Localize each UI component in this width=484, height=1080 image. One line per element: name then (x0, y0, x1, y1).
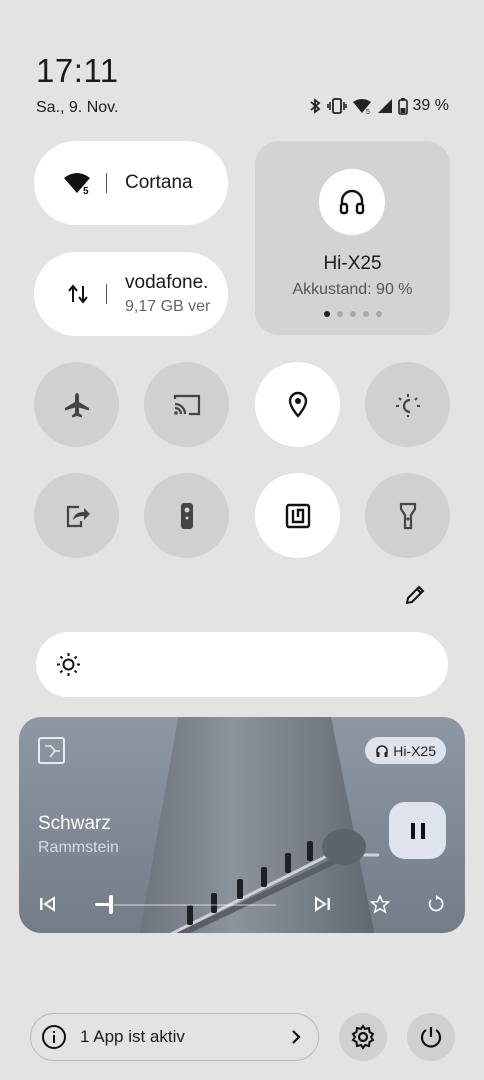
wifi-network-name: Cortana (125, 172, 193, 193)
wifi-tile[interactable]: 5 Cortana (34, 141, 228, 225)
share-toggle[interactable] (34, 473, 119, 558)
flashlight-icon (399, 502, 416, 529)
output-device-chip[interactable]: Hi-X25 (365, 737, 446, 764)
airplane-icon (64, 392, 89, 417)
page-indicator (255, 311, 450, 317)
bluetooth-device-tile[interactable]: Hi-X25 Akkustand: 90 % (255, 141, 450, 335)
divider (106, 173, 107, 193)
clock[interactable]: 17:11 (36, 52, 119, 90)
output-device-name: Hi-X25 (393, 742, 436, 759)
svg-text:5: 5 (366, 109, 370, 115)
power-icon (420, 1027, 442, 1048)
artist-name: Rammstein (38, 839, 119, 856)
chevron-right-icon (290, 1028, 302, 1051)
brightness-icon (57, 653, 80, 676)
info-icon (40, 1023, 68, 1051)
seek-track[interactable] (114, 904, 276, 906)
headphones-icon (339, 189, 365, 215)
replay-button[interactable] (425, 893, 447, 915)
carrier-name: vodafone. (125, 272, 209, 293)
pause-icon (410, 822, 425, 839)
svg-text:5: 5 (83, 186, 89, 195)
active-apps-label: 1 App ist aktiv (80, 1027, 185, 1046)
seek-thumb[interactable] (109, 895, 113, 914)
brightness-slider[interactable] (36, 632, 448, 697)
device-name: Hi-X25 (323, 253, 382, 274)
eye-comfort-icon (395, 393, 420, 417)
skip-previous-icon (40, 896, 55, 912)
favorite-button[interactable] (369, 893, 391, 915)
settings-button[interactable] (339, 1013, 387, 1061)
power-button[interactable] (407, 1013, 455, 1061)
nfc-icon (285, 503, 310, 528)
location-icon (288, 391, 307, 418)
data-transfer-icon (60, 282, 96, 306)
data-usage: 9,17 GB ver (125, 298, 211, 315)
page-dot (323, 311, 330, 317)
divider (106, 284, 107, 304)
cast-toggle[interactable] (144, 362, 229, 447)
page-dot (349, 311, 356, 317)
airplane-mode-toggle[interactable] (34, 362, 119, 447)
media-app-icon[interactable] (38, 737, 65, 764)
skip-next-icon (315, 896, 330, 912)
replay-icon (428, 895, 444, 912)
share-icon (66, 505, 90, 527)
song-title: Schwarz (38, 813, 111, 834)
media-player-card[interactable]: Hi-X25 Schwarz Rammstein (19, 717, 465, 933)
nfc-toggle[interactable] (255, 473, 340, 558)
headphones-button[interactable] (319, 169, 385, 235)
device-battery: Akkustand: 90 % (292, 281, 413, 298)
edit-tiles-button[interactable] (402, 582, 428, 608)
pencil-icon (405, 585, 425, 605)
date[interactable]: Sa., 9. Nov. (36, 99, 118, 117)
wifi-5-icon: 5 (352, 99, 371, 115)
remote-toggle[interactable] (144, 473, 229, 558)
flashlight-toggle[interactable] (365, 473, 450, 558)
status-icons: 5 39 % (308, 97, 449, 115)
album-art-stairs (169, 829, 379, 933)
cellular-signal-icon (377, 99, 392, 113)
gear-icon (351, 1024, 375, 1050)
battery-percent: 39 % (412, 97, 449, 114)
location-toggle[interactable] (255, 362, 340, 447)
vibrate-icon (326, 98, 347, 114)
page-dot (362, 311, 369, 317)
battery-icon (397, 98, 408, 115)
headphones-icon (376, 744, 389, 757)
wifi-icon: 5 (60, 171, 96, 195)
cast-icon (173, 394, 200, 415)
pause-button[interactable] (389, 802, 446, 859)
remote-icon (180, 502, 193, 529)
eye-comfort-toggle[interactable] (365, 362, 450, 447)
mobile-data-tile[interactable]: vodafone. 9,17 GB ver (34, 252, 228, 336)
page-dot (336, 311, 343, 317)
star-icon (370, 894, 390, 914)
mobile-data-text: vodafone. 9,17 GB ver (125, 272, 211, 316)
bluetooth-icon (309, 98, 320, 114)
page-dot (375, 311, 382, 317)
next-button[interactable] (312, 893, 334, 915)
previous-button[interactable] (36, 893, 58, 915)
active-apps-button[interactable]: 1 App ist aktiv (30, 1013, 319, 1061)
